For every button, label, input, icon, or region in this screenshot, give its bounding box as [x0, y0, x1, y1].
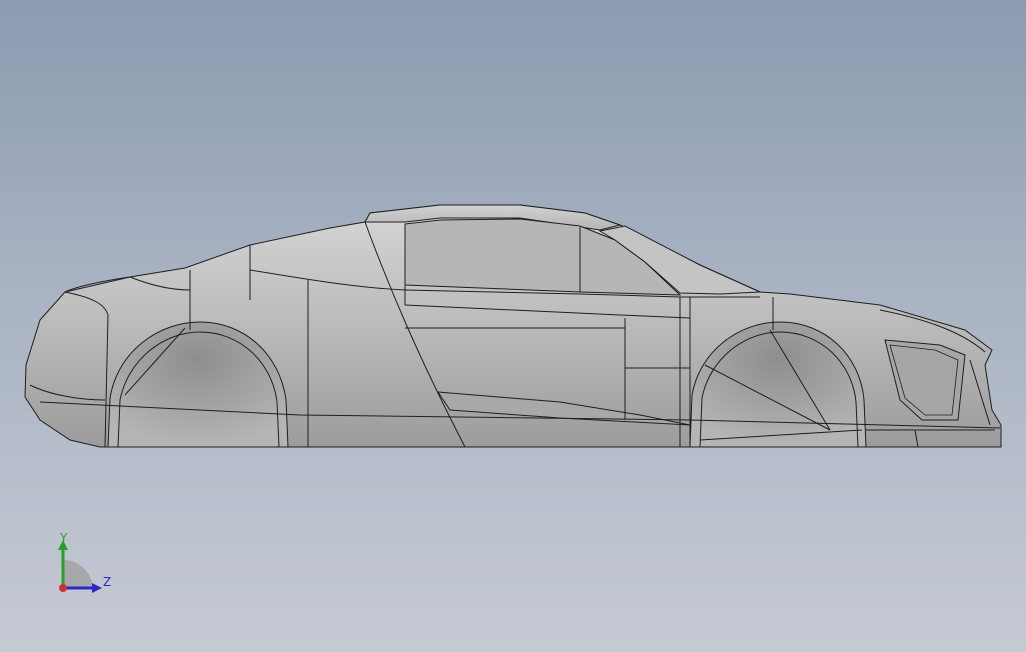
coordinate-triad: Y Z — [50, 530, 130, 600]
z-axis-label: Z — [103, 575, 112, 589]
graphics-viewport[interactable]: Y Z — [0, 0, 1026, 652]
car-body-model[interactable] — [0, 0, 1026, 652]
y-axis-label: Y — [60, 531, 68, 545]
